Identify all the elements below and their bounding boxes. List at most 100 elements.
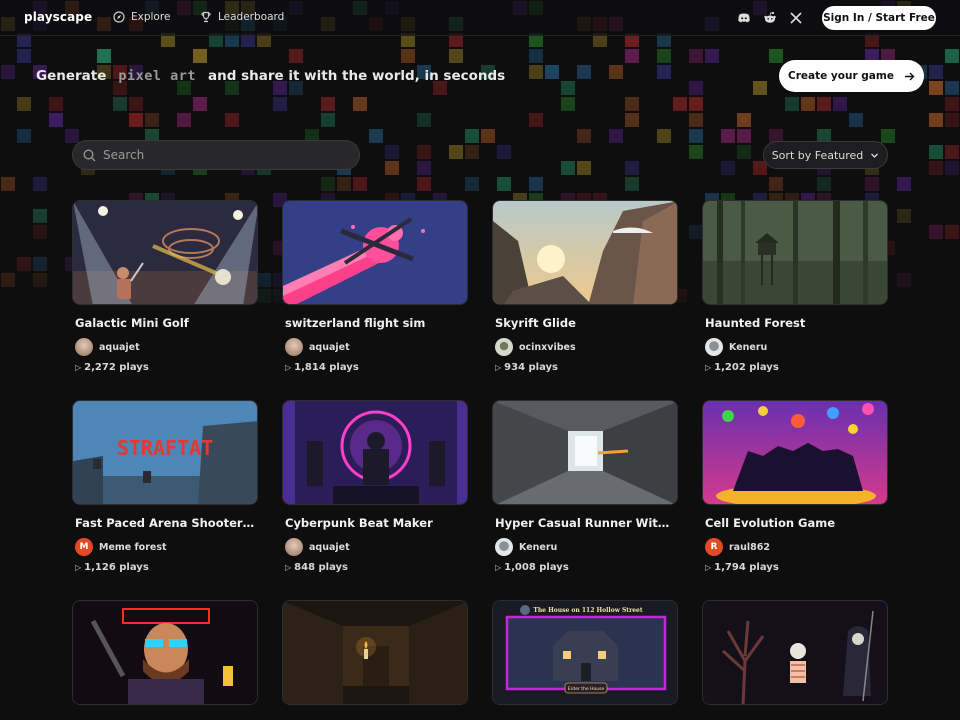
logo[interactable]: playscape — [24, 10, 92, 24]
nav-leaderboard-link[interactable]: Leaderboard — [200, 11, 284, 23]
game-thumbnail[interactable] — [492, 200, 678, 305]
play-count: ▷ 1,202 plays — [705, 362, 888, 373]
nav-explore-link[interactable]: Explore — [113, 11, 170, 23]
neon-warrior-art — [73, 601, 257, 704]
game-title[interactable]: Fast Paced Arena Shooter Sk... — [75, 516, 257, 530]
mosaic-pixel — [113, 97, 127, 111]
game-title[interactable]: Hyper Casual Runner With G... — [495, 516, 677, 530]
game-title[interactable]: Haunted Forest — [705, 316, 887, 330]
reddit-icon[interactable] — [763, 11, 777, 25]
play-count: ▷ 848 plays — [285, 562, 468, 573]
mosaic-pixel — [449, 145, 463, 159]
x-icon[interactable] — [789, 11, 803, 25]
mosaic-pixel — [545, 65, 559, 79]
cell-evolution-art — [703, 401, 887, 504]
game-card[interactable]: Skyrift Glide ocinxvibes ▷ 934 plays — [492, 200, 678, 373]
mosaic-pixel — [785, 97, 799, 111]
play-count: ▷ 1,126 plays — [75, 562, 258, 573]
straftat-art: STRAFTAT — [73, 401, 257, 504]
mosaic-pixel — [577, 129, 591, 143]
play-count: ▷ 1,814 plays — [285, 362, 468, 373]
game-title[interactable]: Cell Evolution Game — [705, 516, 887, 530]
play-count-value: 1,202 plays — [714, 362, 779, 373]
game-card[interactable]: Cell Evolution Game R raul862 ▷ 1,794 pl… — [702, 400, 888, 573]
game-card[interactable] — [282, 600, 468, 705]
mosaic-pixel — [465, 129, 479, 143]
mosaic-pixel — [353, 97, 367, 111]
game-author[interactable]: aquajet — [285, 538, 468, 556]
create-game-button[interactable]: Create your game — [779, 60, 924, 92]
game-thumbnail[interactable]: STRAFTAT — [72, 400, 258, 505]
thumb-title-text: The House on 112 Hollow Street — [533, 607, 643, 614]
sort-dropdown[interactable]: Sort by Featured — [763, 141, 888, 169]
mosaic-pixel — [657, 129, 671, 143]
game-author[interactable]: Keneru — [495, 538, 678, 556]
mosaic-pixel — [33, 209, 47, 223]
game-title[interactable]: Cyberpunk Beat Maker — [285, 516, 467, 530]
game-thumbnail[interactable] — [282, 600, 468, 705]
mosaic-pixel — [929, 161, 943, 175]
game-author[interactable]: R raul862 — [705, 538, 888, 556]
game-author[interactable]: aquajet — [75, 338, 258, 356]
avatar: R — [705, 538, 723, 556]
game-thumbnail[interactable] — [702, 600, 888, 705]
game-card[interactable]: The House on 112 Hollow Street Enter the… — [492, 600, 678, 705]
compass-icon — [113, 11, 125, 23]
game-author[interactable]: ocinxvibes — [495, 338, 678, 356]
game-title[interactable]: switzerland flight sim — [285, 316, 467, 330]
mosaic-pixel — [321, 177, 335, 191]
mosaic-pixel — [945, 81, 959, 95]
mosaic-pixel — [225, 113, 239, 127]
sign-in-button[interactable]: Sign In / Start Free — [822, 6, 936, 30]
game-thumbnail[interactable] — [702, 400, 888, 505]
mosaic-pixel — [49, 113, 63, 127]
play-count-value: 1,008 plays — [504, 562, 569, 573]
cyberpunk-art — [283, 401, 467, 504]
game-card[interactable]: Cyberpunk Beat Maker aquajet ▷ 848 plays — [282, 400, 468, 573]
game-card[interactable]: Galactic Mini Golf aquajet ▷ 2,272 plays — [72, 200, 258, 373]
mosaic-pixel — [577, 161, 591, 175]
mosaic-pixel — [417, 161, 431, 175]
game-card[interactable]: Haunted Forest Keneru ▷ 1,202 plays — [702, 200, 888, 373]
search-input[interactable] — [103, 148, 343, 162]
mosaic-pixel — [897, 273, 911, 287]
game-thumbnail[interactable] — [282, 200, 468, 305]
mosaic-pixel — [17, 49, 31, 63]
game-title[interactable]: Galactic Mini Golf — [75, 316, 257, 330]
game-thumbnail[interactable]: The House on 112 Hollow Street Enter the… — [492, 600, 678, 705]
game-author[interactable]: M Meme forest — [75, 538, 258, 556]
mosaic-pixel — [769, 49, 783, 63]
avatar — [285, 338, 303, 356]
game-thumbnail[interactable] — [702, 200, 888, 305]
game-thumbnail[interactable] — [282, 400, 468, 505]
mosaic-pixel — [561, 81, 575, 95]
mosaic-pixel — [417, 145, 431, 159]
mosaic-pixel — [193, 97, 207, 111]
mosaic-pixel — [929, 81, 943, 95]
mosaic-pixel — [497, 145, 511, 159]
mosaic-pixel — [385, 161, 399, 175]
mosaic-pixel — [257, 273, 271, 287]
runner-art — [493, 401, 677, 504]
game-card[interactable]: STRAFTAT Fast Paced Arena Shooter Sk... … — [72, 400, 258, 573]
game-card[interactable] — [72, 600, 258, 705]
play-count-value: 848 plays — [294, 562, 349, 573]
game-thumbnail[interactable] — [72, 200, 258, 305]
game-card[interactable]: Hyper Casual Runner With G... Keneru ▷ 1… — [492, 400, 678, 573]
mosaic-pixel — [193, 49, 207, 63]
play-icon: ▷ — [285, 563, 292, 572]
game-author[interactable]: Keneru — [705, 338, 888, 356]
author-name: aquajet — [309, 541, 350, 553]
mosaic-pixel — [705, 49, 719, 63]
game-card[interactable]: switzerland flight sim aquajet ▷ 1,814 p… — [282, 200, 468, 373]
game-thumbnail[interactable] — [492, 400, 678, 505]
mosaic-pixel — [529, 113, 543, 127]
game-card[interactable] — [702, 600, 888, 705]
play-count-value: 934 plays — [504, 362, 559, 373]
mosaic-pixel — [625, 177, 639, 191]
mosaic-pixel — [129, 97, 143, 111]
game-title[interactable]: Skyrift Glide — [495, 316, 677, 330]
game-author[interactable]: aquajet — [285, 338, 468, 356]
game-thumbnail[interactable] — [72, 600, 258, 705]
discord-icon[interactable] — [737, 11, 751, 25]
